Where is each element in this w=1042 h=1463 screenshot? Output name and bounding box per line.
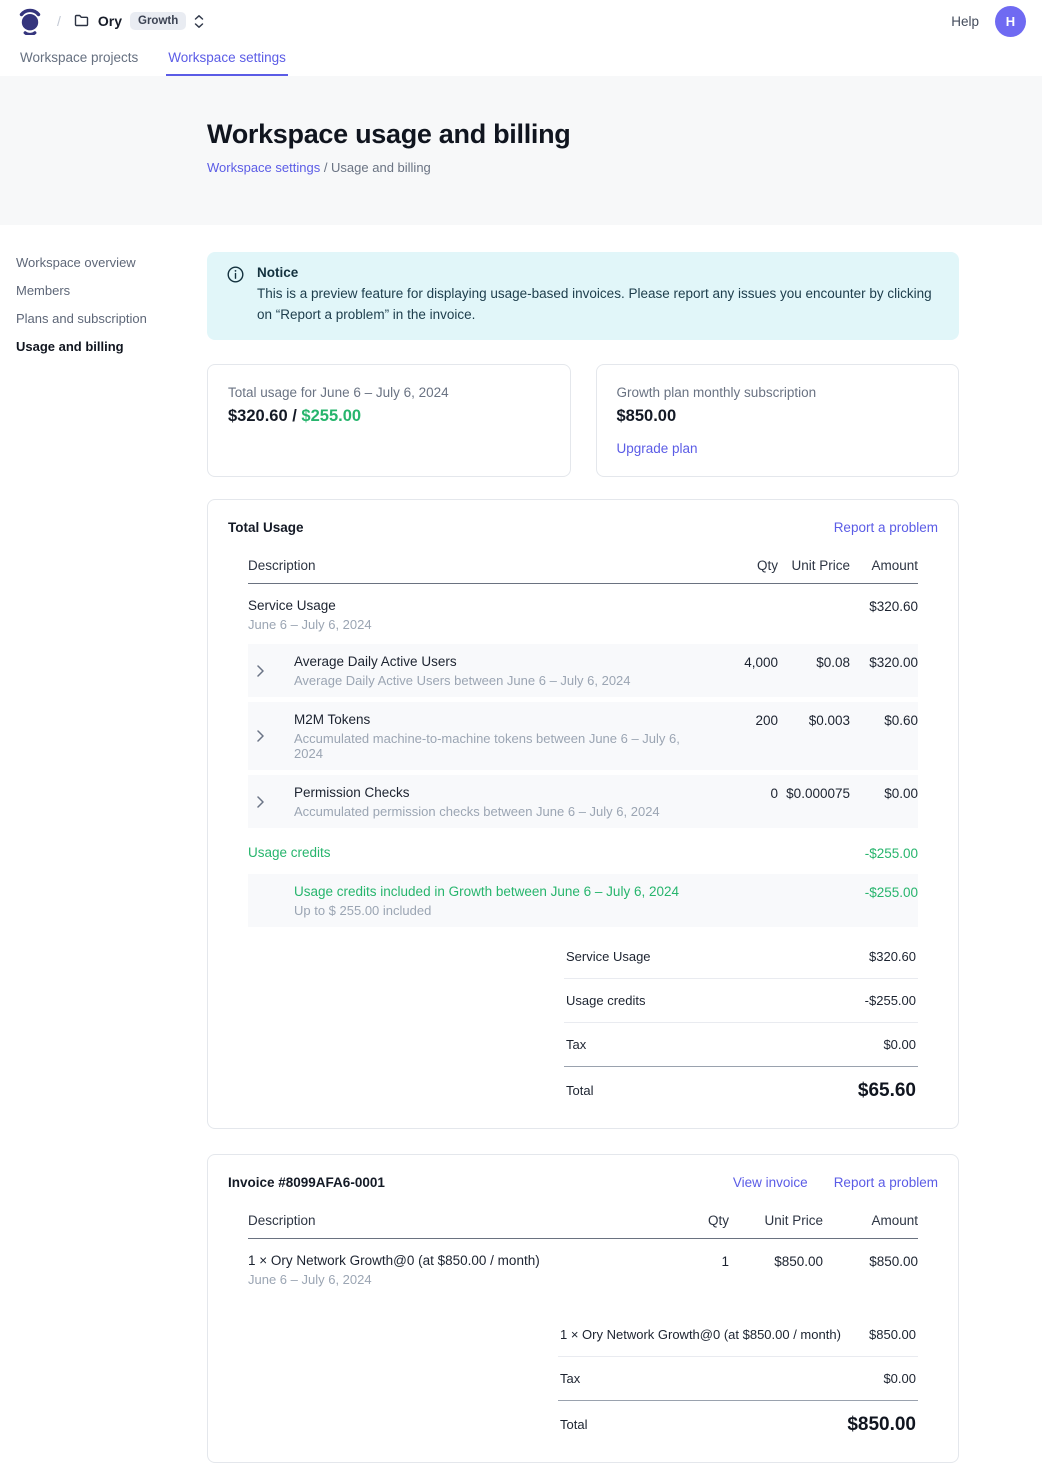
summary-row-service-usage: Service Usage $320.60: [564, 935, 918, 979]
invoice-card: Invoice #8099AFA6-0001 View invoice Repo…: [207, 1154, 959, 1463]
column-qty: Qty: [706, 558, 778, 573]
table-row-m2m-tokens[interactable]: M2M Tokens Accumulated machine-to-machin…: [248, 702, 918, 770]
table-row-permission-checks[interactable]: Permission Checks Accumulated permission…: [248, 775, 918, 828]
report-problem-link[interactable]: Report a problem: [834, 1175, 938, 1190]
folder-icon: [74, 13, 90, 29]
breadcrumb: Workspace settings / Usage and billing: [207, 160, 1042, 175]
workspace-switcher[interactable]: Ory Growth: [74, 12, 204, 30]
table-row-usage-credits-detail: Usage credits included in Growth between…: [248, 874, 918, 927]
summary-row-tax: Tax $0.00: [564, 1023, 918, 1067]
avatar[interactable]: H: [995, 6, 1026, 37]
notice-body: This is a preview feature for displaying…: [257, 284, 939, 326]
summary-row-total: Total $65.60: [564, 1067, 918, 1104]
sidebar-item-workspace-overview[interactable]: Workspace overview: [16, 255, 207, 270]
plan-badge: Growth: [130, 12, 186, 30]
total-usage-card: Total Usage Report a problem Description…: [207, 499, 959, 1129]
chevron-right-icon[interactable]: [248, 665, 294, 677]
breadcrumb-workspace-settings-link[interactable]: Workspace settings: [207, 160, 320, 175]
table-row-service-usage: Service Usage June 6 – July 6, 2024 $320…: [248, 584, 918, 644]
total-usage-value: $320.60 / $255.00: [228, 407, 550, 426]
view-invoice-link[interactable]: View invoice: [733, 1175, 808, 1190]
plan-subscription-card: Growth plan monthly subscription $850.00…: [596, 364, 960, 477]
notice-banner: Notice This is a preview feature for dis…: [207, 252, 959, 340]
invoice-table-header: Description Qty Unit Price Amount: [248, 1207, 918, 1239]
invoice-summary: 1 × Ory Network Growth@0 (at $850.00 / m…: [558, 1313, 918, 1438]
column-amount: Amount: [823, 1213, 918, 1228]
column-description: Description: [248, 1213, 679, 1228]
column-qty: Qty: [679, 1213, 729, 1228]
breadcrumb-current: Usage and billing: [331, 160, 431, 175]
notice-title: Notice: [257, 265, 939, 280]
table-row-average-daily-active-users[interactable]: Average Daily Active Users Average Daily…: [248, 644, 918, 697]
sidebar-item-plans-and-subscription[interactable]: Plans and subscription: [16, 311, 207, 326]
summary-row-subscription: 1 × Ory Network Growth@0 (at $850.00 / m…: [558, 1313, 918, 1357]
summary-row-usage-credits: Usage credits -$255.00: [564, 979, 918, 1023]
tab-workspace-projects[interactable]: Workspace projects: [18, 42, 140, 76]
sidebar-item-usage-and-billing[interactable]: Usage and billing: [16, 339, 207, 354]
total-usage-label: Total usage for June 6 – July 6, 2024: [228, 385, 550, 400]
workspace-tabs: Workspace projects Workspace settings: [0, 42, 1042, 76]
invoice-line-item: 1 × Ory Network Growth@0 (at $850.00 / m…: [248, 1239, 918, 1299]
column-unit-price: Unit Price: [729, 1213, 823, 1228]
grand-total-value: $65.60: [858, 1080, 916, 1102]
settings-sidebar: Workspace overview Members Plans and sub…: [0, 225, 207, 1463]
tab-workspace-settings[interactable]: Workspace settings: [166, 42, 288, 76]
chevron-updown-icon: [194, 14, 204, 29]
usage-card-title: Total Usage: [228, 520, 304, 535]
topbar: / Ory Growth Help H: [0, 0, 1042, 42]
total-usage-summary-card: Total usage for June 6 – July 6, 2024 $3…: [207, 364, 571, 477]
plan-subscription-value: $850.00: [617, 407, 939, 426]
breadcrumb-separator: /: [320, 160, 331, 175]
chevron-right-icon[interactable]: [248, 730, 294, 742]
info-icon: [227, 266, 244, 326]
usage-table-header: Description Qty Unit Price Amount: [248, 552, 918, 584]
report-problem-link[interactable]: Report a problem: [834, 520, 938, 535]
column-unit-price: Unit Price: [778, 558, 850, 573]
page-header: Workspace usage and billing Workspace se…: [0, 76, 1042, 225]
usage-summary: Service Usage $320.60 Usage credits -$25…: [564, 935, 918, 1104]
breadcrumb-separator: /: [57, 13, 61, 29]
column-description: Description: [248, 558, 706, 573]
plan-subscription-label: Growth plan monthly subscription: [617, 385, 939, 400]
table-row-usage-credits: Usage credits -$255.00: [248, 833, 918, 874]
ory-logo-icon[interactable]: [16, 7, 44, 35]
invoice-title: Invoice #8099AFA6-0001: [228, 1175, 385, 1190]
summary-row-total: Total $850.00: [558, 1401, 918, 1438]
summary-row-tax: Tax $0.00: [558, 1357, 918, 1401]
sidebar-item-members[interactable]: Members: [16, 283, 207, 298]
upgrade-plan-link[interactable]: Upgrade plan: [617, 441, 698, 456]
grand-total-value: $850.00: [847, 1414, 916, 1436]
column-amount: Amount: [850, 558, 918, 573]
included-credit-value: $255.00: [301, 407, 361, 425]
chevron-right-icon[interactable]: [248, 796, 294, 808]
help-link[interactable]: Help: [951, 14, 979, 29]
workspace-name: Ory: [98, 13, 122, 29]
page-title: Workspace usage and billing: [207, 119, 1042, 150]
